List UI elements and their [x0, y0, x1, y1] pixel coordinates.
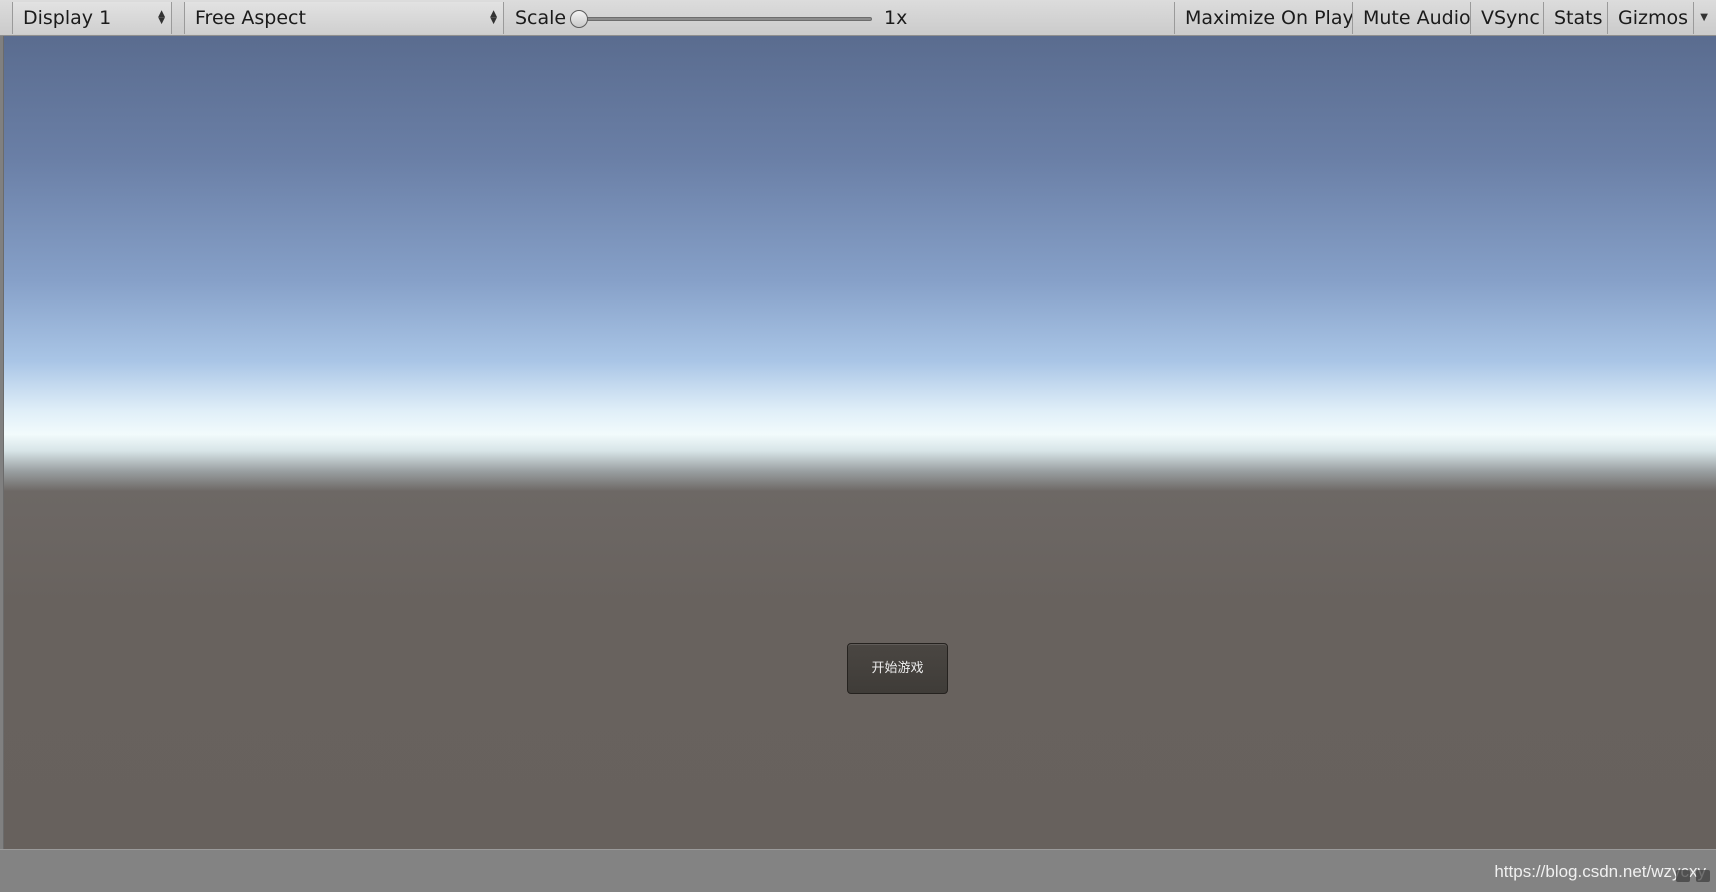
- aspect-dropdown-label: Free Aspect: [195, 7, 306, 29]
- scale-label: Scale: [515, 7, 567, 29]
- start-game-button-label: 开始游戏: [871, 661, 924, 676]
- image-icon: [1676, 870, 1690, 882]
- gizmos-button[interactable]: Gizmos: [1607, 2, 1693, 34]
- up-down-arrows-icon: ▲ ▼: [490, 9, 497, 26]
- display-dropdown-label: Display 1: [23, 7, 112, 29]
- game-window: Display 1 ▲ ▼ Free Aspect ▲ ▼ Scale 1x Max…: [0, 0, 1716, 892]
- menu-icon: [1696, 870, 1710, 882]
- scale-slider-track[interactable]: [576, 17, 872, 21]
- status-bar: https://blog.csdn.net/wzycxy: [0, 849, 1716, 892]
- chevron-down-icon[interactable]: ▼: [1700, 2, 1708, 34]
- scale-slider-thumb[interactable]: [570, 10, 588, 28]
- mute-audio-button[interactable]: Mute Audio: [1352, 2, 1471, 34]
- vsync-button[interactable]: VSync: [1470, 2, 1543, 34]
- scale-value: 1x: [884, 7, 908, 29]
- up-down-arrows-icon: ▲ ▼: [158, 9, 165, 26]
- stats-button[interactable]: Stats: [1543, 2, 1607, 34]
- maximize-on-play-button[interactable]: Maximize On Play: [1174, 2, 1354, 34]
- status-icons: [1670, 870, 1710, 886]
- gizmos-separator: [1693, 2, 1694, 34]
- start-game-button[interactable]: 开始游戏: [847, 643, 948, 694]
- game-view: 开始游戏: [3, 36, 1716, 849]
- display-dropdown[interactable]: Display 1 ▲ ▼: [12, 2, 172, 34]
- aspect-dropdown[interactable]: Free Aspect ▲ ▼: [184, 2, 504, 34]
- game-view-toolbar: Display 1 ▲ ▼ Free Aspect ▲ ▼ Scale 1x Max…: [0, 0, 1716, 36]
